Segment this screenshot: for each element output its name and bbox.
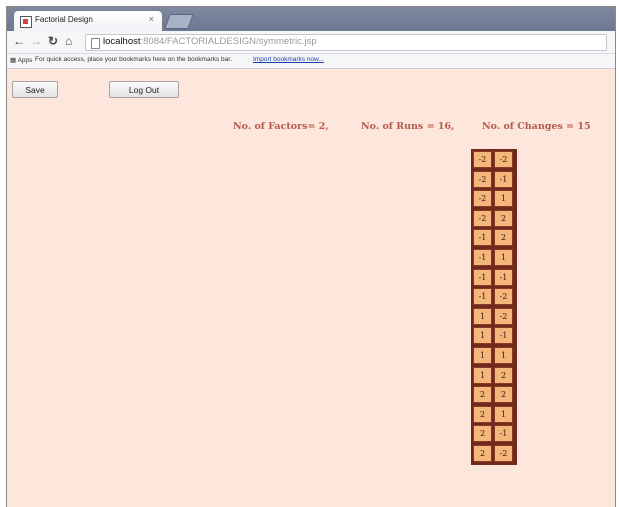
design-cell: 2 xyxy=(473,405,492,423)
design-cell: -2 xyxy=(473,190,492,208)
design-row: -2 2 xyxy=(472,209,516,229)
forward-icon[interactable]: → xyxy=(30,34,42,48)
design-cell: -1 xyxy=(494,327,513,345)
back-icon[interactable]: ← xyxy=(13,34,25,48)
design-row: -1 1 xyxy=(472,248,516,268)
design-cell: 1 xyxy=(494,248,513,266)
design-cell: 1 xyxy=(473,366,492,384)
design-cell: -1 xyxy=(494,425,513,443)
design-cell: 2 xyxy=(494,229,513,247)
tab-strip: Factorial Design × xyxy=(7,7,615,32)
tab-title: Factorial Design xyxy=(35,15,93,24)
design-row: 12 xyxy=(472,366,516,386)
apps-label: Apps xyxy=(17,57,33,64)
url-path: :8084/FACTORIALDESIGN/symmetric.jsp xyxy=(140,36,317,47)
address-url: localhost:8084/FACTORIALDESIGN/symmetric… xyxy=(103,36,317,47)
home-icon[interactable]: ⌂ xyxy=(65,34,72,48)
browser-toolbar: ← → ↻ ⌂ localhost:8084/FACTORIALDESIGN/s… xyxy=(7,31,615,54)
factors-count: No. of Factors= 2, xyxy=(233,121,329,132)
design-cell: 2 xyxy=(473,386,492,404)
design-cell: -1 xyxy=(473,229,492,247)
design-cell: -2 xyxy=(494,444,513,462)
page-content: Save Log Out No. of Factors= 2, No. of R… xyxy=(7,69,615,507)
design-row: 1 -2 xyxy=(472,307,516,327)
design-row: -1 -1 xyxy=(472,268,516,288)
design-cell: 2 xyxy=(473,425,492,443)
design-row: 11 xyxy=(472,346,516,366)
design-row: 1 -1 xyxy=(472,326,516,346)
design-matrix: -2 -2 -2 -1 -2 1 -2 2 -1 2 -1 1 -1 -1 -1 -2 1 -2 1 -1 1 1 1 2 2 2… xyxy=(471,149,517,465)
new-tab-button[interactable] xyxy=(164,14,194,29)
design-row: -1 -2 xyxy=(472,287,516,307)
design-cell: -1 xyxy=(473,268,492,286)
design-row: 2 -2 xyxy=(472,444,516,464)
design-cell: -1 xyxy=(473,248,492,266)
design-cell: -1 xyxy=(494,170,513,188)
design-cell: -2 xyxy=(494,307,513,325)
design-row: -1 2 xyxy=(472,228,516,248)
address-bar[interactable]: localhost:8084/FACTORIALDESIGN/symmetric… xyxy=(85,34,607,51)
design-cell: 1 xyxy=(494,190,513,208)
import-bookmarks-link[interactable]: Import bookmarks now... xyxy=(253,56,324,63)
bookmarks-bar: ▦ Apps For quick access, place your book… xyxy=(7,54,615,69)
design-cell: 2 xyxy=(473,444,492,462)
design-cell: -1 xyxy=(494,268,513,286)
design-row: 21 xyxy=(472,405,516,425)
design-cell: 1 xyxy=(473,307,492,325)
runs-count: No. of Runs = 16, xyxy=(361,121,455,132)
logout-button[interactable]: Log Out xyxy=(109,81,179,98)
bookmarks-prompt: For quick access, place your bookmarks h… xyxy=(35,56,232,63)
design-row: -2 1 xyxy=(472,189,516,209)
design-cell: 2 xyxy=(494,366,513,384)
apps-shortcut[interactable]: ▦ Apps xyxy=(10,56,32,64)
design-row: 2 -1 xyxy=(472,424,516,444)
design-cell: 1 xyxy=(494,346,513,364)
save-button[interactable]: Save xyxy=(12,81,58,98)
design-cell: -1 xyxy=(473,288,492,306)
design-cell: 1 xyxy=(473,327,492,345)
browser-tab[interactable]: Factorial Design × xyxy=(13,10,163,32)
design-cell: -2 xyxy=(473,151,492,168)
page-icon xyxy=(91,38,100,49)
design-row: -2 -1 xyxy=(472,170,516,190)
page-favicon-icon xyxy=(20,16,32,28)
design-row: 22 xyxy=(472,385,516,405)
design-row: -2 -2 xyxy=(472,150,516,170)
design-cell: 2 xyxy=(494,209,513,227)
url-host: localhost xyxy=(103,36,141,47)
design-cell: 2 xyxy=(494,386,513,404)
design-cell: -2 xyxy=(494,151,513,168)
changes-count: No. of Changes = 15 xyxy=(482,121,591,132)
design-cell: -2 xyxy=(494,288,513,306)
browser-window: Factorial Design × ← → ↻ ⌂ localhost:808… xyxy=(6,6,616,507)
design-cell: -2 xyxy=(473,209,492,227)
design-cell: -2 xyxy=(473,170,492,188)
tab-close-icon[interactable]: × xyxy=(149,14,154,24)
design-cell: 1 xyxy=(473,346,492,364)
reload-icon[interactable]: ↻ xyxy=(48,34,58,48)
design-cell: 1 xyxy=(494,405,513,423)
